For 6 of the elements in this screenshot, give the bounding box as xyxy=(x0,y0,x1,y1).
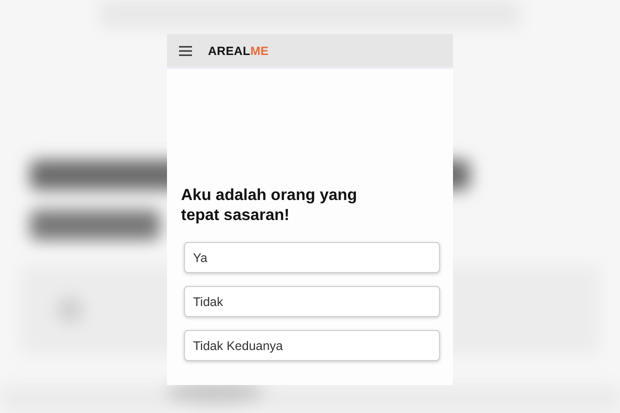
brand-logo: AREALME xyxy=(208,44,269,58)
answer-option[interactable]: Tidak Keduanya xyxy=(184,330,440,361)
answer-option[interactable]: Tidak xyxy=(184,286,440,317)
question-text: Aku adalah orang yang tepat sasaran! xyxy=(181,186,358,226)
menu-icon[interactable] xyxy=(179,46,192,56)
answer-option[interactable]: Ya xyxy=(184,242,440,273)
